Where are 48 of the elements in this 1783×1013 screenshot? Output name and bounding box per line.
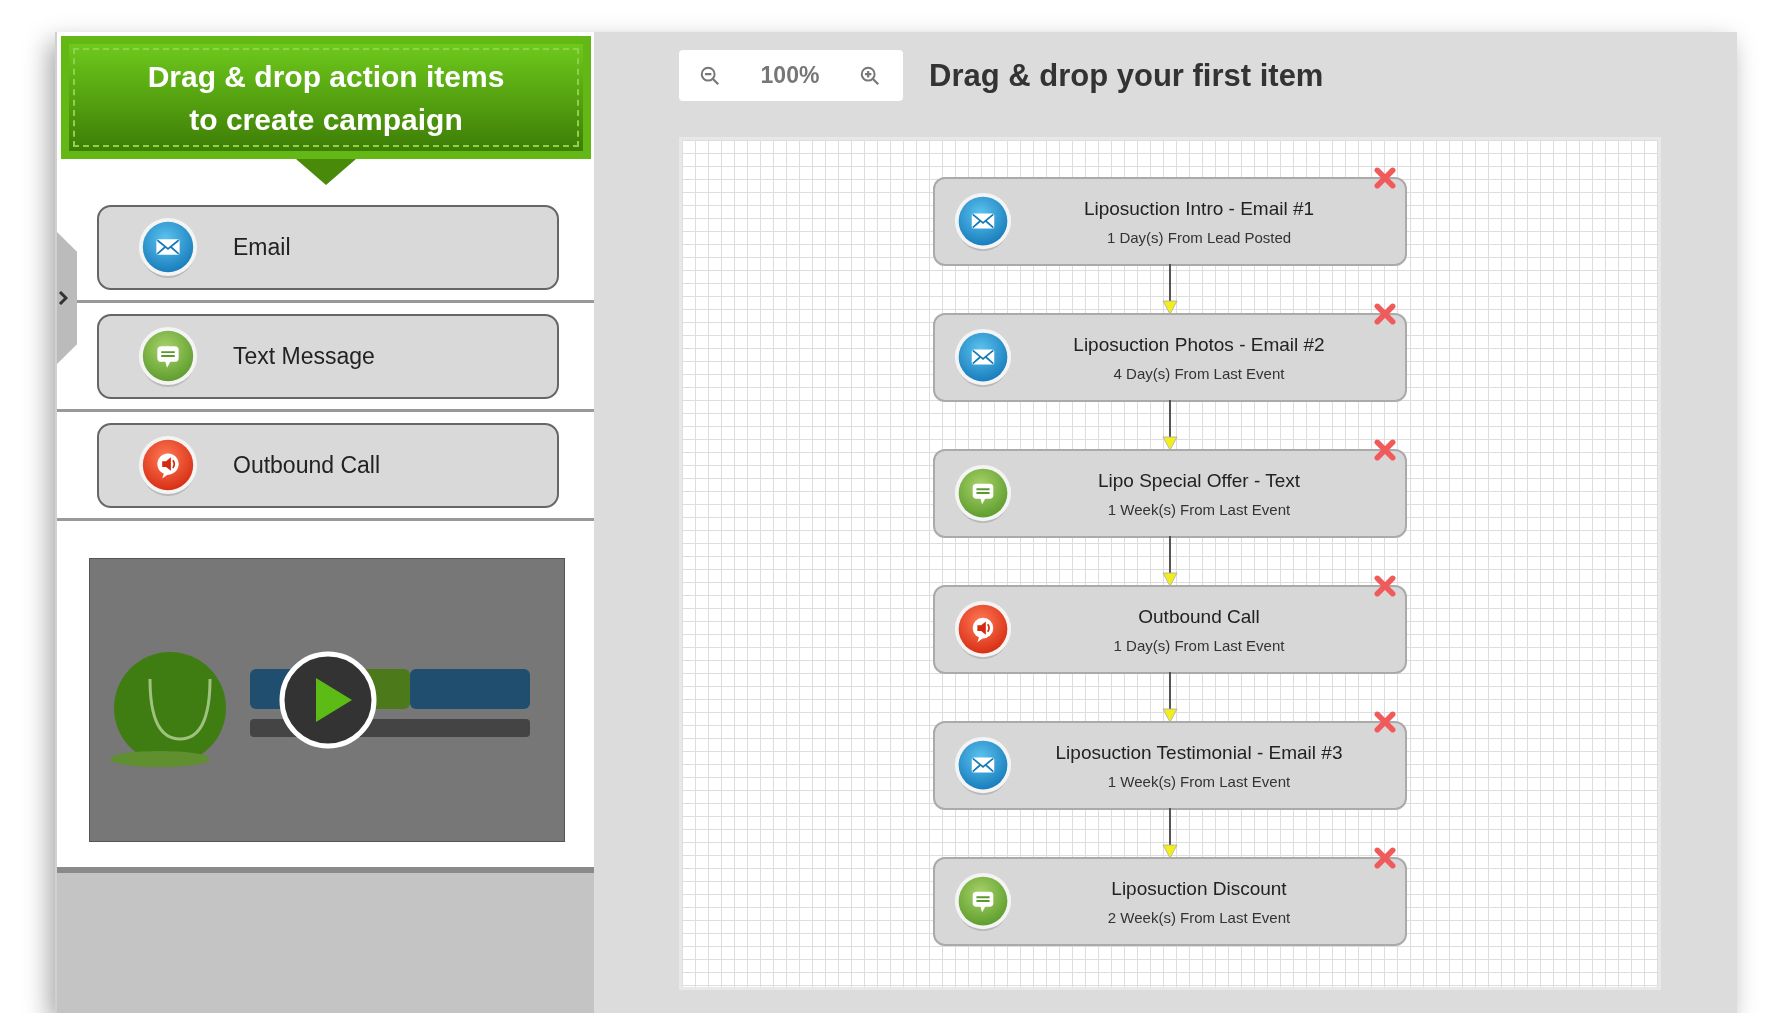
node-timing: 1 Day(s) From Lead Posted	[1106, 228, 1292, 246]
delete-icon[interactable]	[1374, 575, 1396, 597]
node-timing: 1 Week(s) From Last Event	[1107, 772, 1291, 790]
speaker-icon	[137, 433, 199, 498]
envelope-icon	[953, 326, 1013, 389]
node-title: Outbound Call	[1138, 605, 1260, 628]
flow-node[interactable]: Liposuction Testimonial - Email #3 1 Week(s) From Last Event	[933, 721, 1407, 810]
node-title: Liposuction Photos - Email #2	[1073, 333, 1325, 356]
envelope-icon	[953, 190, 1013, 253]
zoom-level: 100%	[760, 62, 820, 89]
node-timing: 1 Day(s) From Last Event	[1113, 636, 1285, 654]
speaker-icon	[953, 598, 1013, 661]
connector-arrow	[1162, 536, 1178, 587]
canvas-title: Drag & drop your first item	[929, 57, 1324, 94]
envelope-icon	[137, 215, 199, 280]
banner-text: Drag & drop action items to create campaign	[147, 58, 505, 138]
node-timing: 4 Day(s) From Last Event	[1113, 364, 1285, 382]
action-item[interactable]: Email	[97, 205, 559, 290]
flow-node[interactable]: Lipo Special Offer - Text 1 Week(s) From Last Event	[933, 449, 1407, 538]
node-timing: 2 Week(s) From Last Event	[1107, 908, 1291, 926]
flow-node[interactable]: Liposuction Photos - Email #2 4 Day(s) From Last Event	[933, 313, 1407, 402]
chat-bubble-icon	[953, 462, 1013, 525]
action-item[interactable]: Outbound Call	[97, 423, 559, 508]
zoom-in-icon[interactable]	[859, 64, 881, 87]
node-title: Liposuction Intro - Email #1	[1083, 197, 1315, 220]
node-title: Lipo Special Offer - Text	[1097, 469, 1301, 492]
node-title: Liposuction Testimonial - Email #3	[1055, 741, 1343, 764]
delete-icon[interactable]	[1374, 167, 1396, 189]
delete-icon[interactable]	[1374, 847, 1396, 869]
node-title: Liposuction Discount	[1111, 877, 1287, 900]
flow-node[interactable]: Liposuction Discount 2 Week(s) From Last Event	[933, 857, 1407, 946]
zoom-out-icon[interactable]	[699, 64, 721, 87]
delete-icon[interactable]	[1374, 439, 1396, 461]
connector-arrow	[1162, 400, 1178, 451]
chat-bubble-icon	[137, 324, 199, 389]
action-item[interactable]: Text Message	[97, 314, 559, 399]
play-button[interactable]	[278, 650, 378, 750]
chat-bubble-icon	[953, 870, 1013, 933]
delete-icon[interactable]	[1374, 303, 1396, 325]
flow-node[interactable]: Liposuction Intro - Email #1 1 Day(s) From Lead Posted	[933, 177, 1407, 266]
connector-arrow	[1162, 672, 1178, 723]
connector-arrow	[1162, 264, 1178, 315]
delete-icon[interactable]	[1374, 711, 1396, 733]
envelope-icon	[953, 734, 1013, 797]
chevron-icon	[58, 291, 68, 305]
flow-node[interactable]: Outbound Call 1 Day(s) From Last Event	[933, 585, 1407, 674]
node-timing: 1 Week(s) From Last Event	[1107, 500, 1291, 518]
connector-arrow	[1162, 808, 1178, 859]
